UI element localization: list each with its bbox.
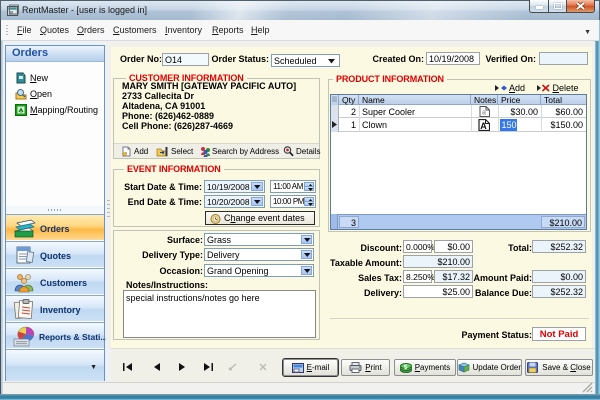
svg-text:a: a [482,110,486,117]
svg-text:A: A [480,121,487,131]
